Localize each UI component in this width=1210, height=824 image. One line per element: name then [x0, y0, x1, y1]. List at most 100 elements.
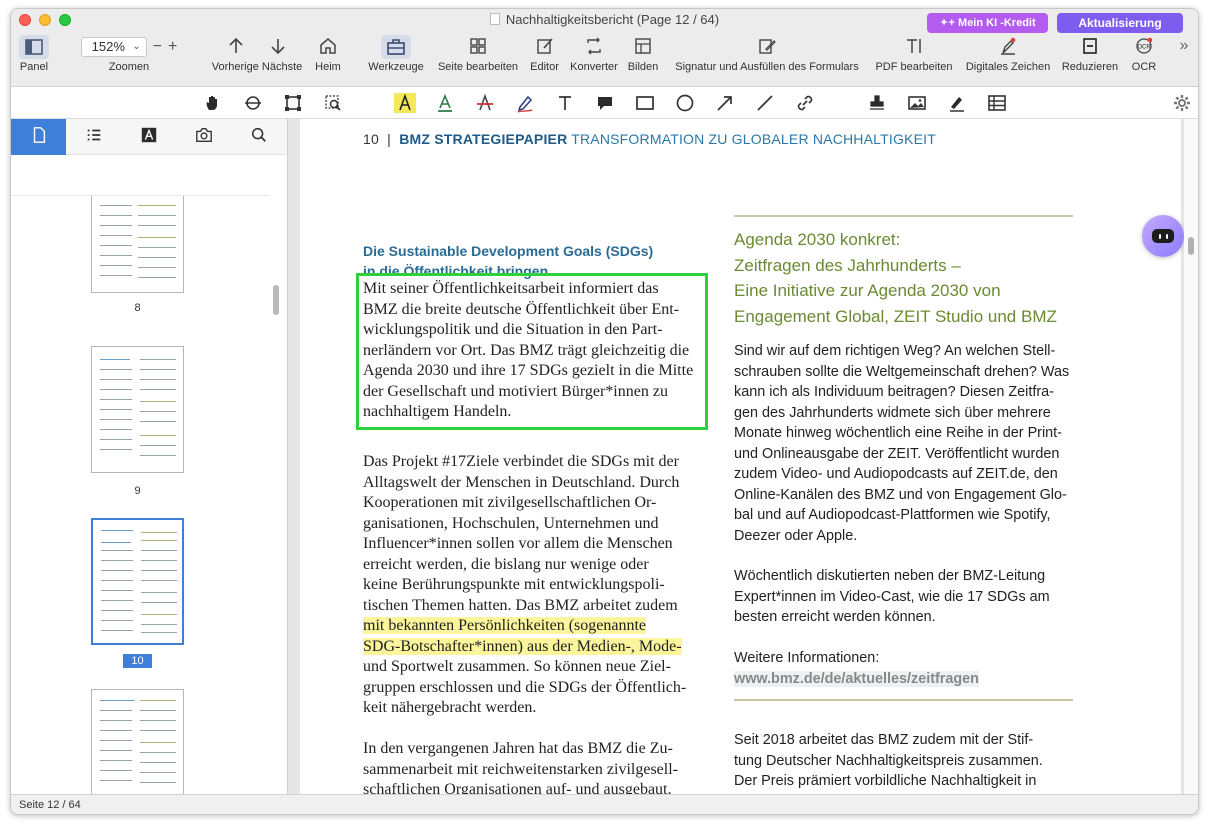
- ai-assistant-button[interactable]: [1142, 215, 1184, 257]
- rectangle-icon[interactable]: [634, 93, 656, 113]
- circle-icon[interactable]: [674, 93, 696, 113]
- text-box-icon: [140, 126, 158, 149]
- pen-icon[interactable]: [514, 93, 536, 113]
- tools-label: Werkzeuge: [368, 61, 424, 73]
- underline-icon[interactable]: [434, 93, 456, 113]
- zoom-area-icon[interactable]: [322, 93, 344, 113]
- chevron-down-icon: ⌄: [132, 41, 141, 52]
- text-line: schaftlichen Organisationen auf- und aus…: [363, 781, 672, 794]
- document-scrollbar[interactable]: [1184, 119, 1198, 794]
- area-select-icon[interactable]: [282, 93, 304, 113]
- table-icon[interactable]: [986, 93, 1008, 113]
- panel-icon: [19, 35, 49, 59]
- search-icon: [250, 126, 268, 149]
- signature-icon[interactable]: [946, 93, 968, 113]
- page-thumbnail-8[interactable]: [91, 196, 184, 293]
- previous-page-button[interactable]: [226, 36, 246, 59]
- tab-search[interactable]: [231, 119, 286, 155]
- comment-icon[interactable]: [594, 93, 616, 113]
- header-separator: |: [387, 131, 392, 147]
- document-icon: [489, 13, 500, 25]
- tab-text[interactable]: [121, 119, 176, 155]
- text-line: tischen Themen hatten. Das BMZ arbeitet …: [363, 596, 678, 614]
- divider-top: [734, 215, 1073, 217]
- digital-sign-button[interactable]: Digitales Zeichen: [962, 35, 1054, 73]
- arrow-icon[interactable]: [714, 93, 736, 113]
- text-icon[interactable]: [554, 93, 576, 113]
- home-button[interactable]: Heim: [313, 35, 343, 73]
- sidebar-tabs: [11, 119, 287, 155]
- text-cursor-icon: [904, 36, 924, 59]
- page-thumbnail-10[interactable]: [91, 518, 184, 645]
- highlight-icon[interactable]: [394, 93, 416, 113]
- app-window: Nachhaltigkeitsbericht (Page 12 / 64) ✦+…: [10, 8, 1199, 815]
- sidebar-scroll-thumb[interactable]: [273, 285, 279, 315]
- more-tools-button[interactable]: »: [1176, 37, 1192, 55]
- text-line: Wöchentlich diskutierten neben der BMZ-L…: [734, 568, 1046, 584]
- grid-icon: [468, 36, 488, 59]
- zoom-in-button[interactable]: +: [168, 38, 177, 56]
- ocr-button[interactable]: OCR OCR: [1129, 35, 1159, 73]
- camera-icon: [195, 126, 213, 149]
- tools-button[interactable]: Werkzeuge: [366, 35, 426, 73]
- select-text-icon[interactable]: [242, 93, 264, 113]
- agenda-paragraph-3: Weitere Informationen: www.bmz.de/de/akt…: [734, 648, 1076, 689]
- zoom-select[interactable]: 152% ⌄: [80, 37, 147, 57]
- page-thumbnail-11[interactable]: [91, 689, 184, 794]
- text-line: bal und auf Audiopodcast-Plattformen wie…: [734, 507, 1051, 523]
- text-line: ganisationen, Hochschulen, Unternehmen u…: [363, 514, 659, 532]
- ai-credit-button[interactable]: ✦+ Mein KI -Kredit: [927, 13, 1048, 33]
- sign-fill-button[interactable]: Signatur und Ausfüllen des Formulars: [667, 35, 867, 73]
- text-line: gen des Jahrhunderts widmete sich über m…: [734, 404, 1051, 421]
- line-icon[interactable]: [754, 93, 776, 113]
- page-number-8: 8: [91, 302, 184, 314]
- zeitfragen-link[interactable]: www.bmz.de/de/aktuelles/zeitfragen: [734, 670, 979, 687]
- text-line: und Onlineausgabe der ZEIT. Veröffentlic…: [734, 445, 1060, 462]
- highlighted-text: SDG-Botschafter*innen) aus der Medien-, …: [363, 637, 682, 655]
- panel-button[interactable]: Panel: [19, 35, 49, 73]
- upgrade-button[interactable]: Aktualisierung: [1057, 13, 1183, 33]
- text-line: Mit seiner Öffentlichkeitsarbeit informi…: [363, 280, 659, 297]
- agenda-paragraph-4: Seit 2018 arbeitet das BMZ zudem mit der…: [734, 730, 1076, 792]
- pdf-edit-label: PDF bearbeiten: [875, 61, 953, 73]
- upgrade-label: Aktualisierung: [1078, 16, 1162, 30]
- zoom-label: Zoomen: [108, 61, 150, 73]
- zoom-out-button[interactable]: −: [153, 38, 162, 56]
- text-line: Monate hinweg wöchentlich eine Reihe in …: [734, 425, 1062, 441]
- document-scroll-thumb[interactable]: [1188, 237, 1194, 255]
- settings-gear-icon[interactable]: [1171, 93, 1193, 113]
- annotation-toolbar: [11, 87, 1198, 119]
- converter-button[interactable]: Konverter: [567, 35, 621, 73]
- tab-thumbnails[interactable]: [11, 119, 66, 155]
- home-icon: [318, 36, 338, 59]
- link-icon[interactable]: [794, 93, 816, 113]
- editor-button[interactable]: Editor: [527, 35, 562, 73]
- title-bar: Nachhaltigkeitsbericht (Page 12 / 64) ✦+…: [11, 9, 1198, 87]
- sidebar-panel: 8 9 10: [11, 119, 288, 794]
- tab-outline[interactable]: [66, 119, 121, 155]
- text-line: Agenda 2030 und ihre 17 SDGs gezielt in …: [363, 362, 694, 379]
- pdf-edit-button[interactable]: PDF bearbeiten: [872, 35, 956, 73]
- reduce-button[interactable]: Reduzieren: [1059, 35, 1121, 73]
- text-line: Das Projekt #17Ziele verbindet die SDGs …: [363, 453, 679, 470]
- text-line: und Sportwelt zusammen. So können neue Z…: [363, 658, 671, 675]
- stamp-icon[interactable]: [866, 93, 888, 113]
- page-thumbnail-9[interactable]: [91, 346, 184, 473]
- text-line: nerländern vor Ort. Das BMZ trägt gleich…: [363, 341, 690, 359]
- sidebar-scrollbar[interactable]: [271, 195, 281, 794]
- page-number-9-text: 9: [134, 485, 141, 497]
- text-line-highlighted: mit bekannten Persönlichkeiten (sogenann…: [363, 616, 705, 637]
- edit-page-button[interactable]: Seite bearbeiten: [434, 35, 522, 73]
- image-icon[interactable]: [906, 93, 928, 113]
- thumbnail-list: 8 9 10: [11, 195, 269, 794]
- hand-icon[interactable]: [202, 93, 224, 113]
- tab-snapshot[interactable]: [176, 119, 231, 155]
- text-line: zudem Video- und Audiopodcasts auf ZEIT.…: [734, 466, 1058, 482]
- images-button[interactable]: Bilden: [625, 35, 661, 73]
- divider-bottom: [734, 699, 1073, 701]
- strikethrough-icon[interactable]: [474, 93, 496, 113]
- document-viewport: 10 | BMZ STRATEGIEPAPIER TRANSFORMATION …: [288, 119, 1198, 794]
- next-page-button[interactable]: [268, 36, 288, 59]
- text-line: gruppen erschlossen und die SDGs der Öff…: [363, 678, 687, 696]
- ai-credit-label: Mein KI -Kredit: [958, 17, 1036, 29]
